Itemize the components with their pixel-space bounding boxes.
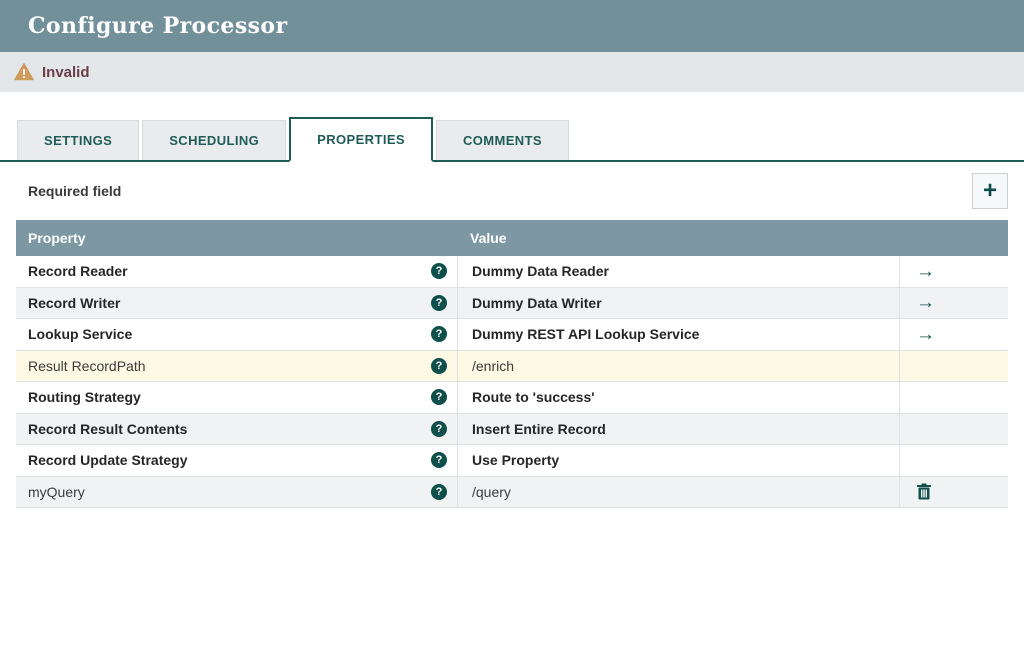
table-row[interactable]: myQuery? /query — [16, 477, 1008, 509]
delete-icon[interactable] — [916, 483, 932, 500]
tab-comments[interactable]: COMMENTS — [436, 120, 569, 160]
go-to-service-arrow-icon[interactable]: → — [916, 262, 935, 281]
property-value: /query — [472, 484, 511, 500]
help-icon[interactable]: ? — [431, 358, 447, 374]
table-row[interactable]: Record Result Contents? Insert Entire Rec… — [16, 414, 1008, 446]
value-cell[interactable]: Insert Entire Record — [458, 414, 900, 445]
table-row[interactable]: Lookup Service? Dummy REST API Lookup Ser… — [16, 319, 1008, 351]
table-toolbar: Required field + — [0, 162, 1024, 220]
help-icon[interactable]: ? — [431, 484, 447, 500]
table-row[interactable]: Record Writer? Dummy Data Writer → — [16, 288, 1008, 320]
help-icon[interactable]: ? — [431, 421, 447, 437]
value-cell[interactable]: Dummy REST API Lookup Service — [458, 319, 900, 350]
help-icon[interactable]: ? — [431, 263, 447, 279]
property-name: Record Writer — [28, 295, 120, 311]
help-icon[interactable]: ? — [431, 452, 447, 468]
action-cell — [900, 477, 1008, 508]
property-name: Result RecordPath — [28, 358, 146, 374]
property-cell: Record Result Contents? — [16, 414, 458, 445]
action-cell — [900, 414, 1008, 445]
action-cell — [900, 351, 1008, 382]
action-cell: → — [900, 288, 1008, 319]
add-property-button[interactable]: + — [972, 173, 1008, 209]
action-cell — [900, 382, 1008, 413]
tab-bar: SETTINGSSCHEDULINGPROPERTIESCOMMENTS — [0, 115, 1024, 162]
go-to-service-arrow-icon[interactable]: → — [916, 325, 935, 344]
property-value: Route to 'success' — [472, 389, 595, 405]
property-value: /enrich — [472, 358, 514, 374]
property-name: Record Update Strategy — [28, 452, 187, 468]
dialog-title: Configure Processor — [28, 13, 287, 39]
value-cell[interactable]: /enrich — [458, 351, 900, 382]
property-cell: myQuery? — [16, 477, 458, 508]
property-name: myQuery — [28, 484, 85, 500]
property-name: Record Reader — [28, 263, 128, 279]
property-value: Dummy Data Reader — [472, 263, 609, 279]
column-header-property: Property — [16, 230, 458, 246]
go-to-service-arrow-icon[interactable]: → — [916, 293, 935, 312]
value-cell[interactable]: Dummy Data Writer — [458, 288, 900, 319]
property-name: Routing Strategy — [28, 389, 141, 405]
property-name: Record Result Contents — [28, 421, 187, 437]
help-icon[interactable]: ? — [431, 326, 447, 342]
property-value: Use Property — [472, 452, 559, 468]
property-cell: Record Reader? — [16, 256, 458, 287]
table-header-row: Property Value — [16, 220, 1008, 256]
value-cell[interactable]: Use Property — [458, 445, 900, 476]
action-cell — [900, 445, 1008, 476]
action-cell: → — [900, 256, 1008, 287]
value-cell[interactable]: Dummy Data Reader — [458, 256, 900, 287]
property-value: Insert Entire Record — [472, 421, 606, 437]
tab-properties[interactable]: PROPERTIES — [289, 117, 433, 162]
table-row[interactable]: Record Update Strategy? Use Property — [16, 445, 1008, 477]
properties-table: Property Value Record Reader? Dummy Data … — [16, 220, 1008, 508]
table-row[interactable]: Record Reader? Dummy Data Reader → — [16, 256, 1008, 288]
value-cell[interactable]: /query — [458, 477, 900, 508]
property-cell: Routing Strategy? — [16, 382, 458, 413]
property-cell: Result RecordPath? — [16, 351, 458, 382]
property-cell: Record Update Strategy? — [16, 445, 458, 476]
table-row[interactable]: Result RecordPath? /enrich — [16, 351, 1008, 383]
property-value: Dummy Data Writer — [472, 295, 602, 311]
warning-triangle-icon — [14, 63, 34, 81]
help-icon[interactable]: ? — [431, 389, 447, 405]
required-field-label: Required field — [28, 183, 121, 199]
property-cell: Lookup Service? — [16, 319, 458, 350]
action-cell: → — [900, 319, 1008, 350]
dialog-titlebar: Configure Processor — [0, 0, 1024, 52]
column-header-value: Value — [458, 230, 900, 246]
validation-status-bar: Invalid — [0, 52, 1024, 92]
tab-settings[interactable]: SETTINGS — [17, 120, 139, 160]
help-icon[interactable]: ? — [431, 295, 447, 311]
value-cell[interactable]: Route to 'success' — [458, 382, 900, 413]
property-value: Dummy REST API Lookup Service — [472, 326, 699, 342]
tab-scheduling[interactable]: SCHEDULING — [142, 120, 286, 160]
table-body: Record Reader?Dummy Data Reader→Record W… — [16, 256, 1008, 508]
table-row[interactable]: Routing Strategy? Route to 'success' — [16, 382, 1008, 414]
property-name: Lookup Service — [28, 326, 132, 342]
property-cell: Record Writer? — [16, 288, 458, 319]
status-badge: Invalid — [42, 64, 90, 81]
